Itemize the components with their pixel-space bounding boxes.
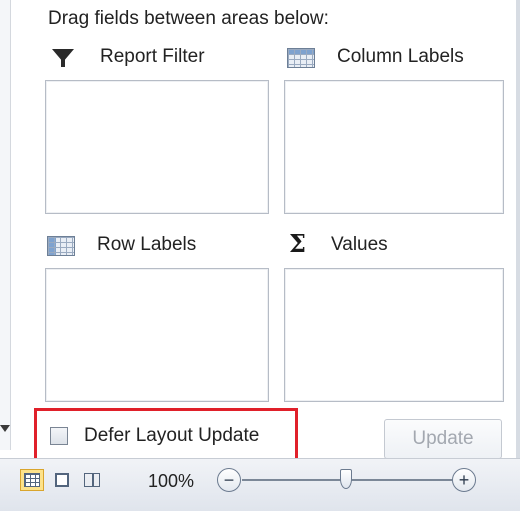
column-labels-label: Column Labels xyxy=(337,46,464,67)
zoom-out-button[interactable]: − xyxy=(217,468,241,492)
report-filter-heading: Report Filter xyxy=(50,46,205,68)
row-labels-heading: Row Labels xyxy=(47,234,196,256)
normal-view-icon xyxy=(24,473,40,487)
page-break-icon xyxy=(84,473,100,487)
pivot-field-list-pane: Drag fields between areas below: Report … xyxy=(0,0,520,511)
pane-right-border xyxy=(516,0,520,458)
column-labels-heading: Column Labels xyxy=(287,46,464,68)
defer-layout-checkbox[interactable] xyxy=(50,427,68,445)
funnel-icon xyxy=(50,46,76,68)
status-bar: 100% − + xyxy=(0,458,520,511)
values-label: Values xyxy=(331,234,388,255)
left-scrollbar[interactable] xyxy=(0,0,11,450)
defer-layout-label[interactable]: Defer Layout Update xyxy=(84,425,259,447)
defer-layout-update-row[interactable]: Defer Layout Update xyxy=(50,425,259,447)
drag-fields-instruction: Drag fields between areas below: xyxy=(48,8,329,29)
values-heading: Σ Values xyxy=(287,229,388,258)
row-labels-label: Row Labels xyxy=(97,234,197,255)
page-break-preview-button[interactable] xyxy=(80,469,104,491)
zoom-in-button[interactable]: + xyxy=(452,468,476,492)
page-layout-icon xyxy=(55,473,69,487)
row-labels-drop-area[interactable] xyxy=(45,268,269,402)
sigma-icon: Σ xyxy=(289,229,306,258)
report-filter-drop-area[interactable] xyxy=(45,80,269,214)
normal-view-button[interactable] xyxy=(20,469,44,491)
zoom-level[interactable]: 100% xyxy=(148,471,194,492)
column-grid-icon xyxy=(287,46,315,68)
column-labels-drop-area[interactable] xyxy=(284,80,504,214)
scroll-down-arrow-icon[interactable] xyxy=(0,425,10,432)
report-filter-label: Report Filter xyxy=(100,46,205,67)
zoom-slider-thumb[interactable] xyxy=(340,469,352,489)
row-grid-icon xyxy=(47,234,75,256)
update-button[interactable]: Update xyxy=(384,419,502,459)
page-layout-view-button[interactable] xyxy=(50,469,74,491)
values-drop-area[interactable] xyxy=(284,268,504,402)
